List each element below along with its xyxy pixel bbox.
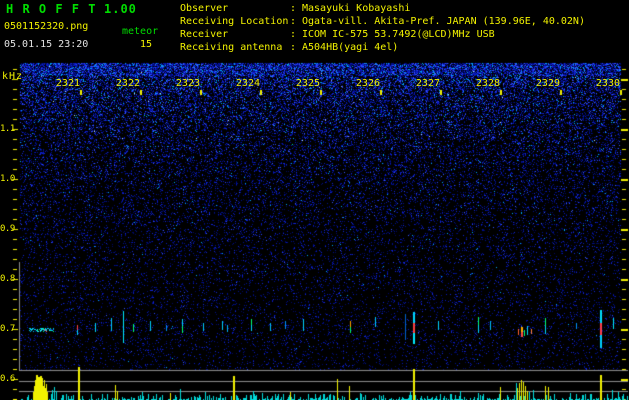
freq-tick-label: 0.7 [0, 324, 15, 334]
info-row-label: Receiving antenna [180, 42, 283, 53]
info-row-value: Ogata-vill. Akita-Pref. JAPAN (139.96E, … [302, 16, 585, 27]
time-tick-label: 2329 [535, 78, 560, 89]
time-tick-label: 2326 [355, 78, 380, 89]
info-row: Receiving antenna: A504HB(yagi 4el) [180, 42, 398, 55]
info-row-label: Receiving Location [180, 16, 289, 27]
datetime: 05.01.15 23:20 [4, 39, 89, 50]
time-tick-label: 2325 [295, 78, 320, 89]
time-tick-label: 2323 [175, 78, 200, 89]
info-row-value: Masayuki Kobayashi [302, 3, 411, 14]
meteor-count: 15 [140, 39, 153, 50]
info-row-colon: : [290, 29, 297, 40]
info-row-label: Observer [180, 3, 229, 14]
time-tick-label: 2321 [55, 78, 80, 89]
time-tick-label: 2330 [595, 78, 620, 89]
time-tick-label: 2324 [235, 78, 260, 89]
info-row: Observer: Masayuki Kobayashi [180, 3, 410, 16]
freq-tick-label: 0.6 [0, 374, 15, 384]
filename: 0501152320.png [4, 21, 89, 32]
time-tick-label: 2328 [475, 78, 500, 89]
app-title: H R O F F T [6, 2, 97, 16]
freq-tick-label: 1.1 [0, 124, 15, 134]
time-tick-label: 2327 [415, 78, 440, 89]
spectrogram-canvas [0, 0, 629, 400]
info-row-label: Receiver [180, 29, 229, 40]
freq-unit-label: kHz [2, 71, 24, 82]
info-row-colon: : [290, 42, 297, 53]
info-row-colon: : [290, 3, 297, 14]
info-row: Receiving Location: Ogata-vill. Akita-Pre… [180, 16, 585, 29]
freq-tick-label: 0.8 [0, 274, 15, 284]
info-row: Receiver: ICOM IC-575 53.7492(@LCD)MHz US… [180, 29, 495, 42]
info-row-value: A504HB(yagi 4el) [302, 42, 399, 53]
mode-label: meteor [122, 26, 159, 37]
app-version: 1.00 [104, 2, 137, 16]
freq-tick-label: 1.0 [0, 174, 15, 184]
time-tick-label: 2322 [115, 78, 140, 89]
freq-tick-label: 0.9 [0, 224, 15, 234]
hrofft-spectrogram-image: H R O F F T 1.00 0501152320.png meteor 0… [0, 0, 629, 400]
info-row-value: ICOM IC-575 53.7492(@LCD)MHz USB [302, 29, 495, 40]
info-row-colon: : [290, 16, 297, 27]
